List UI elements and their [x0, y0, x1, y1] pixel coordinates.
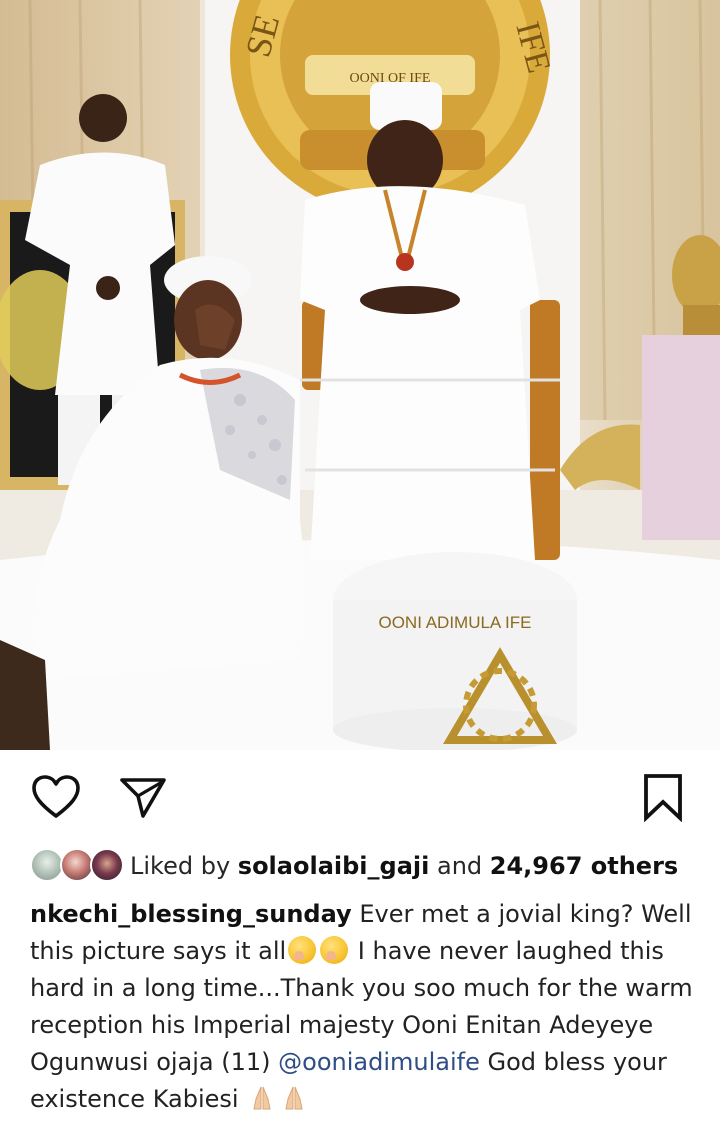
post-actions-bar: [0, 750, 720, 842]
paper-plane-icon[interactable]: [118, 774, 168, 820]
caption-username[interactable]: nkechi_blessing_sunday: [30, 900, 352, 928]
avatar[interactable]: [90, 848, 124, 882]
likes-middle: and: [429, 852, 490, 880]
post-photo-illustration: OONI OF IFE SE IFE OONI ADIMULA IFE: [0, 0, 720, 750]
heart-outline-icon[interactable]: [30, 774, 82, 822]
avatar[interactable]: [60, 848, 94, 882]
likes-count[interactable]: 24,967 others: [490, 852, 678, 880]
likes-text[interactable]: Liked by solaolaibi_gaji and 24,967 othe…: [130, 846, 678, 886]
post-caption: nkechi_blessing_sunday Ever met a jovial…: [30, 896, 698, 1118]
liker-username[interactable]: solaolaibi_gaji: [238, 852, 430, 880]
face-with-hand-over-mouth-icon: [320, 936, 349, 964]
likes-prefix: Liked by: [130, 852, 238, 880]
folded-hands-icon: [285, 1086, 303, 1110]
folded-hands-icon: [253, 1086, 271, 1110]
likes-summary: Liked by solaolaibi_gaji and 24,967 othe…: [30, 846, 710, 886]
caption-mention-link[interactable]: @ooniadimulaife: [278, 1048, 480, 1076]
liker-avatars[interactable]: [30, 847, 130, 885]
face-with-hand-over-mouth-icon: [288, 936, 317, 964]
post-photo[interactable]: OONI OF IFE SE IFE OONI ADIMULA IFE: [0, 0, 720, 750]
bookmark-outline-icon[interactable]: [640, 772, 686, 823]
pouf-text: OONI ADIMULA IFE: [378, 613, 531, 632]
avatar[interactable]: [30, 848, 64, 882]
